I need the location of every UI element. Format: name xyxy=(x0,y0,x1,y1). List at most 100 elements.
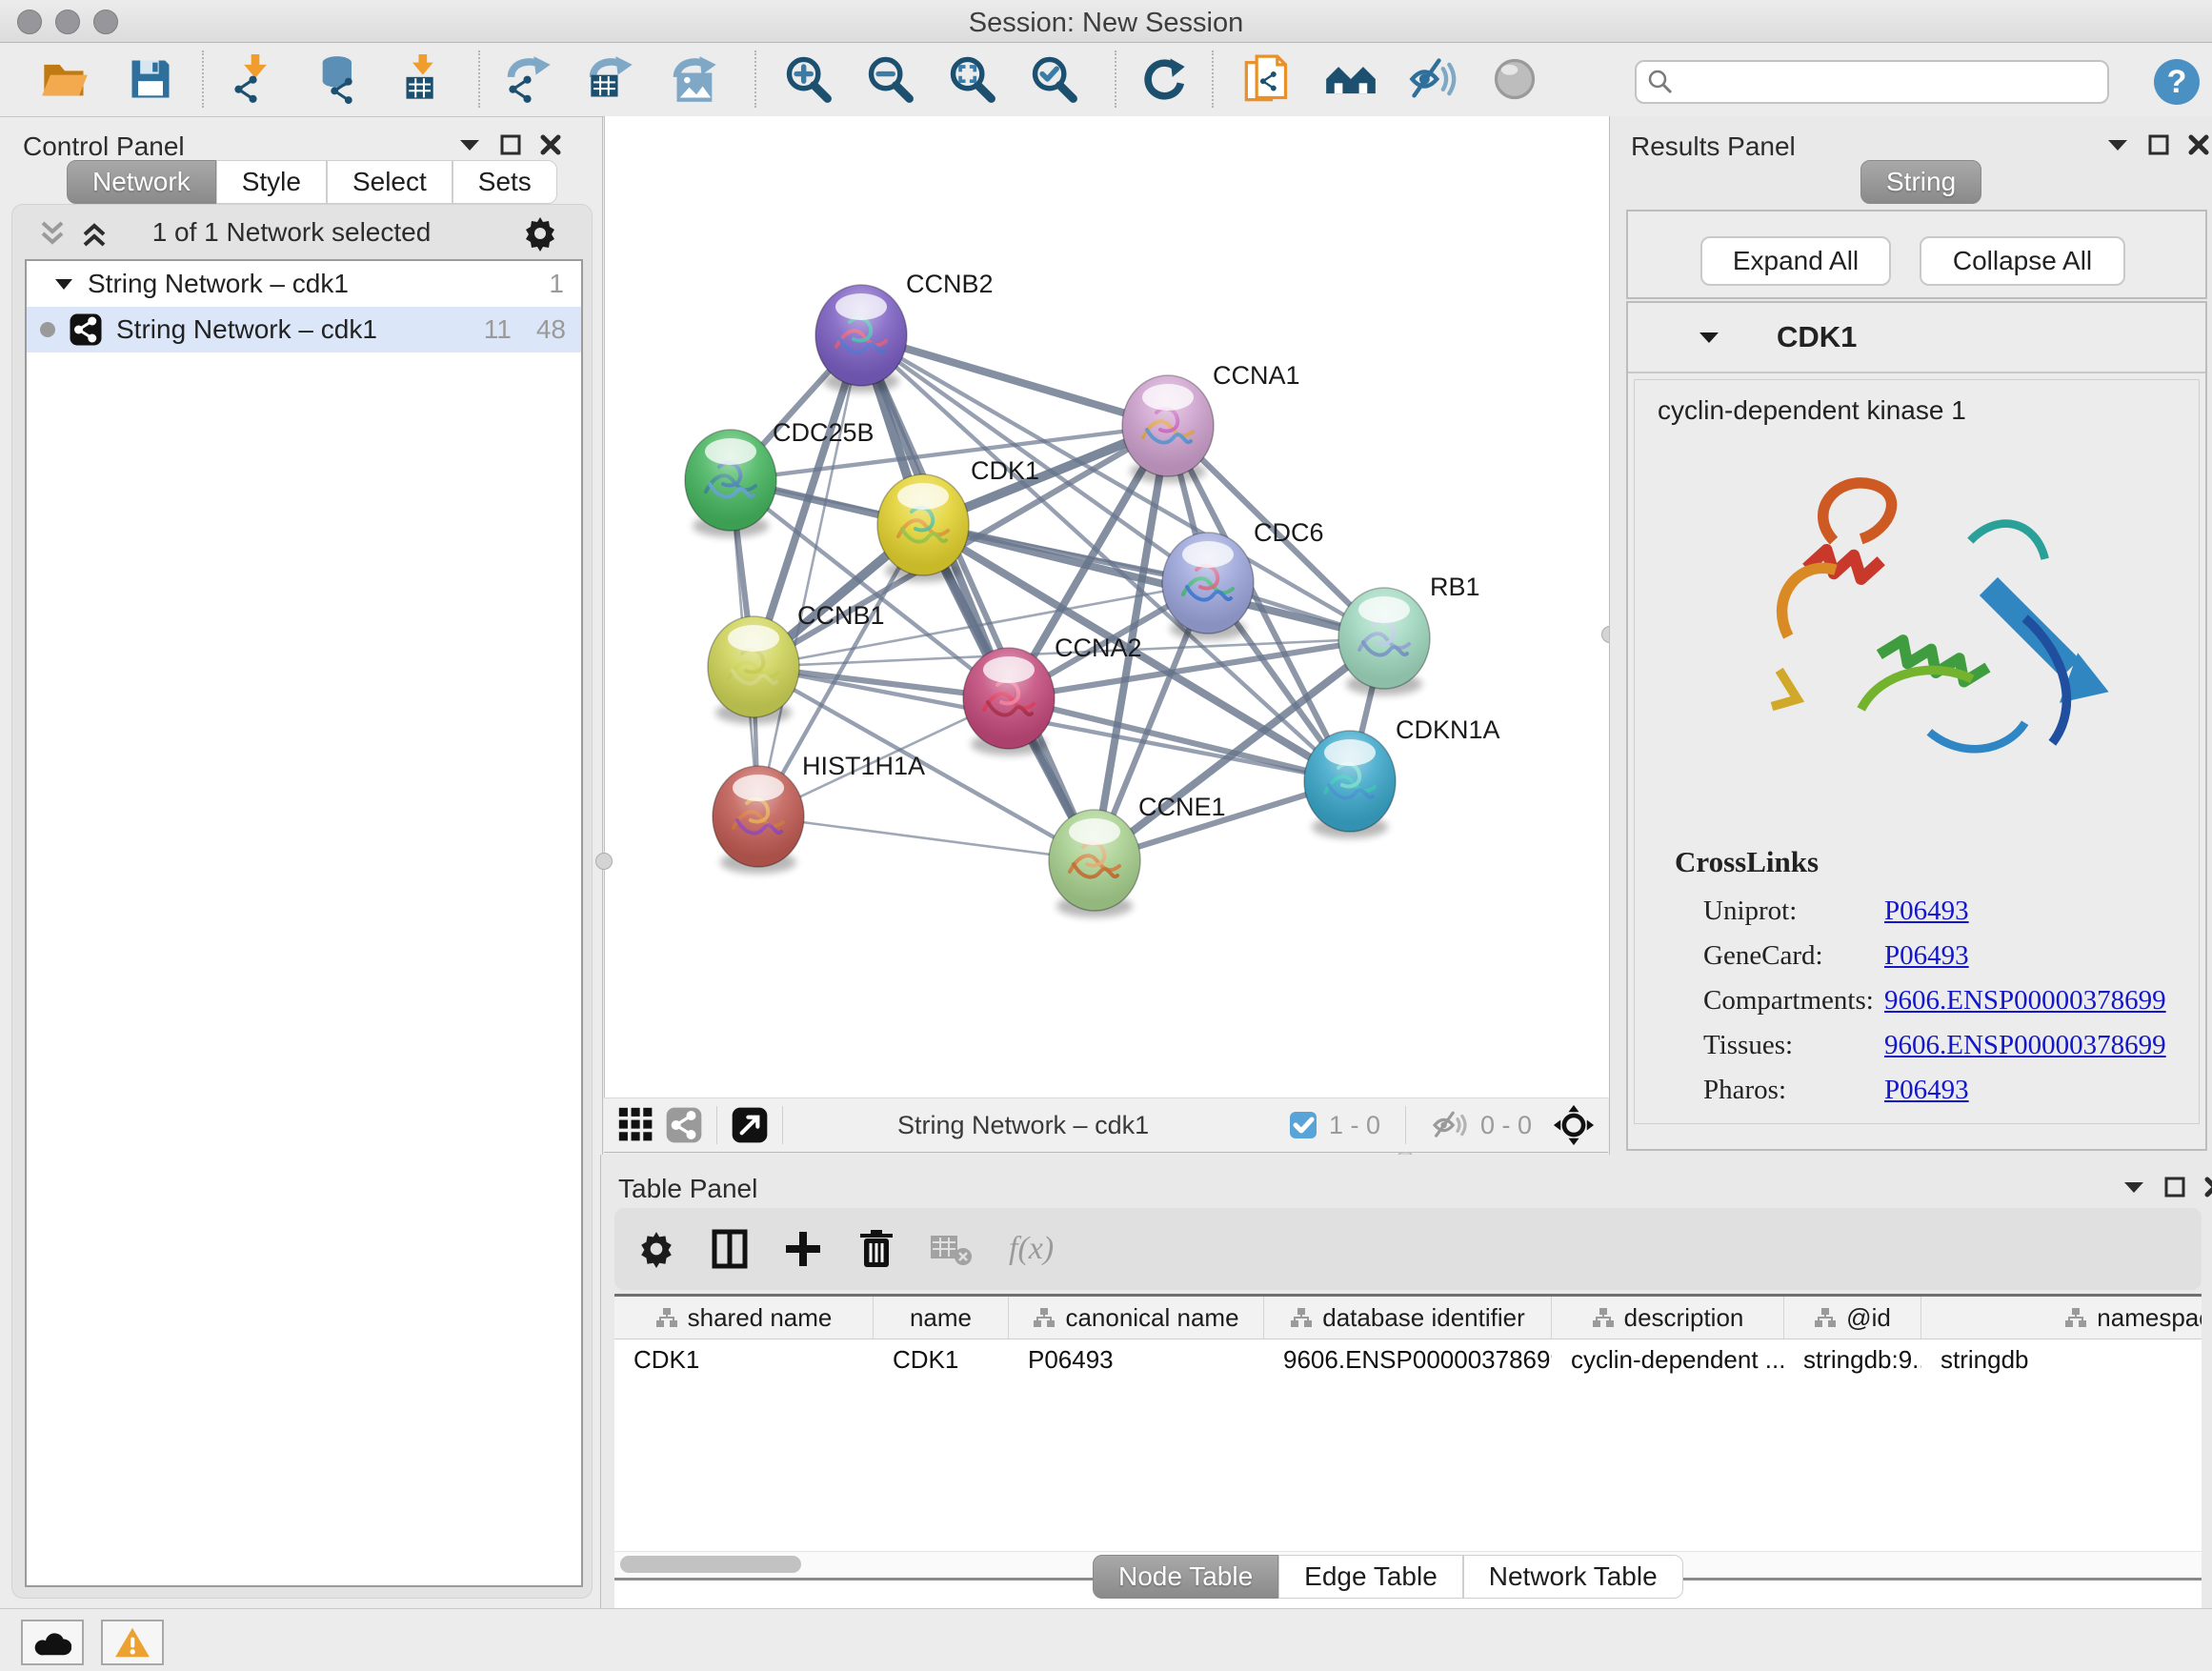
panel-collapse-icon[interactable] xyxy=(2122,1177,2146,1198)
network-tree: String Network – cdk1 1 String Network –… xyxy=(25,259,583,1587)
hidden-eye-icon[interactable] xyxy=(1431,1110,1469,1140)
tab-sets[interactable]: Sets xyxy=(452,160,557,204)
zoom-out-icon[interactable] xyxy=(863,52,916,106)
column-header[interactable]: canonical name xyxy=(1009,1297,1264,1339)
share-file-icon[interactable] xyxy=(1240,52,1294,106)
column-header[interactable]: description xyxy=(1552,1297,1784,1339)
network-node-ccna2[interactable] xyxy=(963,648,1055,755)
column-header[interactable]: database identifier xyxy=(1264,1297,1552,1339)
network-node-cdc6[interactable] xyxy=(1162,533,1254,640)
add-column-icon[interactable] xyxy=(784,1230,822,1268)
application-window: Session: New Session xyxy=(0,0,2212,1671)
collection-expander-icon[interactable] xyxy=(53,275,74,292)
tab-select[interactable]: Select xyxy=(327,160,452,204)
open-in-window-icon[interactable] xyxy=(731,1106,769,1144)
network-node-ccne1[interactable] xyxy=(1049,810,1140,917)
delete-column-icon[interactable] xyxy=(858,1229,895,1269)
import-table-icon[interactable] xyxy=(398,52,452,106)
column-type-icon xyxy=(1290,1307,1313,1328)
home-networks-icon[interactable] xyxy=(1324,52,1377,106)
network-collection-row[interactable]: String Network – cdk1 1 xyxy=(27,261,581,307)
panel-collapse-icon[interactable] xyxy=(457,134,482,155)
panel-close-icon[interactable] xyxy=(2203,1176,2212,1198)
network-edge[interactable] xyxy=(861,335,1168,426)
search-input[interactable] xyxy=(1675,67,2098,98)
network-edge[interactable] xyxy=(861,335,1095,860)
network-node-ccnb2[interactable] xyxy=(815,285,907,393)
network-view-canvas[interactable]: CCNB2CCNA1CDC25BCDK1CDC6RB1CCNB1CCNA2CDK… xyxy=(604,116,1610,1097)
save-session-icon[interactable] xyxy=(124,52,177,106)
search-field[interactable] xyxy=(1635,60,2109,104)
network-node-rb1[interactable] xyxy=(1338,588,1430,695)
export-image-icon[interactable] xyxy=(669,52,722,106)
tab-network[interactable]: Network xyxy=(67,160,216,204)
network-node-hist1h1a[interactable] xyxy=(713,766,804,874)
refresh-icon[interactable] xyxy=(1137,52,1191,106)
network-options-gear-icon[interactable] xyxy=(522,215,558,252)
network-node-ccna1[interactable] xyxy=(1122,375,1214,483)
column-header[interactable]: @id xyxy=(1784,1297,1921,1339)
network-edge[interactable] xyxy=(758,816,1095,860)
crosslink-value[interactable]: P06493 xyxy=(1884,940,1969,971)
panel-close-icon[interactable] xyxy=(539,133,562,156)
network-node-ccnb1[interactable] xyxy=(708,616,799,724)
network-node-cdc25b[interactable] xyxy=(685,430,776,537)
gene-section-header[interactable]: CDK1 xyxy=(1628,303,2205,373)
left-splitter-handle[interactable] xyxy=(595,853,613,870)
import-database-icon[interactable] xyxy=(312,52,366,106)
tab-style[interactable]: Style xyxy=(216,160,327,204)
tab-string[interactable]: String xyxy=(1860,160,1981,204)
network-node-cdk1[interactable] xyxy=(877,474,969,582)
zoom-selected-icon[interactable] xyxy=(1027,52,1080,106)
tab-edge-table[interactable]: Edge Table xyxy=(1278,1555,1463,1599)
tab-network-table[interactable]: Network Table xyxy=(1463,1555,1683,1599)
column-header[interactable]: namespace xyxy=(1921,1297,2202,1339)
panel-close-icon[interactable] xyxy=(2187,133,2210,156)
cloud-button[interactable] xyxy=(21,1620,84,1665)
hide-unhide-icon[interactable] xyxy=(1406,52,1459,106)
function-builder-icon: f(x) xyxy=(1009,1231,1054,1267)
network-node-cdkn1a[interactable] xyxy=(1304,731,1396,838)
network-row[interactable]: String Network – cdk1 11 48 xyxy=(27,307,581,352)
tab-node-table[interactable]: Node Table xyxy=(1093,1555,1278,1599)
node-label: CDC25B xyxy=(773,418,875,447)
panel-collapse-icon[interactable] xyxy=(2105,134,2130,155)
panel-float-icon[interactable] xyxy=(2147,133,2170,156)
section-expander-icon[interactable] xyxy=(1697,327,1721,348)
birdseye-grid-icon[interactable] xyxy=(617,1106,655,1144)
scrollbar-thumb[interactable] xyxy=(620,1556,801,1573)
node-label: HIST1H1A xyxy=(802,752,925,780)
crosslink-row: Uniprot:P06493 xyxy=(1703,889,2199,934)
network-edge[interactable] xyxy=(758,335,861,816)
panel-float-icon[interactable] xyxy=(499,133,522,156)
export-table-icon[interactable] xyxy=(585,52,638,106)
panel-float-icon[interactable] xyxy=(2163,1176,2186,1198)
crosslink-value[interactable]: 9606.ENSP00000378699 xyxy=(1884,1030,2166,1060)
crosslink-value[interactable]: 9606.ENSP00000378699 xyxy=(1884,985,2166,1016)
fit-content-crosshair-icon[interactable] xyxy=(1553,1104,1595,1146)
table-settings-gear-icon[interactable] xyxy=(637,1230,675,1268)
selected-checkbox-icon[interactable] xyxy=(1289,1111,1317,1139)
table-row[interactable]: CDK1 CDK1 P06493 9606.ENSP00000378699 cy… xyxy=(614,1339,2202,1379)
help-icon[interactable]: ? xyxy=(2151,56,2202,108)
warning-button[interactable] xyxy=(101,1620,164,1665)
results-panel: Results Panel String Expand All Collapse… xyxy=(1609,116,2212,1155)
export-network-icon[interactable] xyxy=(503,52,556,106)
column-type-icon xyxy=(1033,1307,1056,1328)
toolbar-separator xyxy=(1212,50,1214,108)
zoom-in-icon[interactable] xyxy=(781,52,835,106)
crosslink-value[interactable]: P06493 xyxy=(1884,896,1969,926)
open-session-icon[interactable] xyxy=(38,52,91,106)
column-header[interactable]: name xyxy=(874,1297,1009,1339)
expand-all-button[interactable]: Expand All xyxy=(1700,236,1891,286)
crosslink-value[interactable]: P06493 xyxy=(1884,1075,1969,1105)
network-overview-icon[interactable] xyxy=(665,1106,703,1144)
crosslink-label: Tissues: xyxy=(1703,1023,1884,1068)
import-network-icon[interactable] xyxy=(229,52,282,106)
search-icon xyxy=(1646,68,1675,96)
table-type-tabs: Node Table Edge Table Network Table xyxy=(1093,1555,1683,1599)
column-header[interactable]: shared name xyxy=(614,1297,874,1339)
show-columns-icon[interactable] xyxy=(712,1229,748,1269)
collapse-all-button[interactable]: Collapse All xyxy=(1920,236,2125,286)
zoom-fit-icon[interactable] xyxy=(945,52,998,106)
